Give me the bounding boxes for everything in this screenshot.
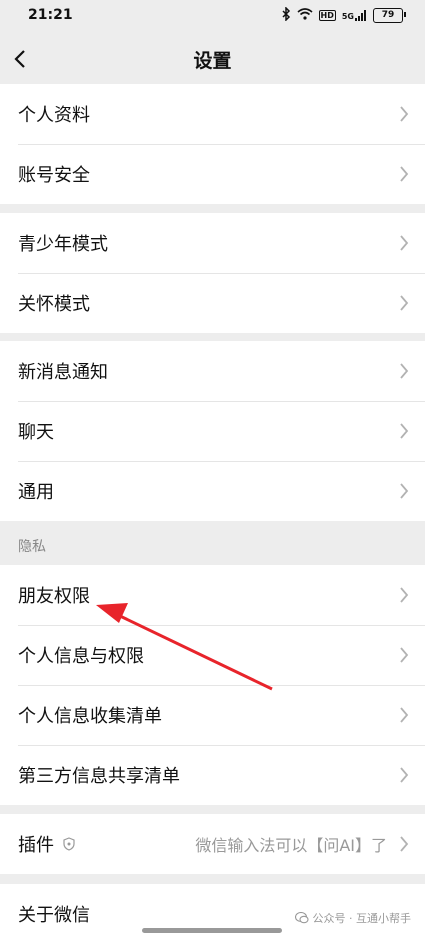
settings-item-general[interactable]: 通用 — [0, 461, 425, 521]
chevron-right-icon — [400, 647, 409, 663]
settings-item-label: 朋友权限 — [18, 586, 90, 607]
status-bar: 21:21 HD 5G 79 — [0, 0, 425, 30]
settings-item-friend-permissions[interactable]: 朋友权限 — [0, 565, 425, 625]
bluetooth-icon — [281, 5, 291, 24]
settings-item-label: 关于微信 — [18, 905, 90, 926]
settings-item-label: 个人资料 — [18, 105, 90, 126]
settings-item-account-security[interactable]: 账号安全 — [0, 144, 425, 204]
page-title: 设置 — [193, 49, 232, 72]
watermark: 公众号 · 互通小帮手 — [294, 910, 412, 926]
settings-item-notifications[interactable]: 新消息通知 — [0, 341, 425, 401]
settings-item-label: 个人信息与权限 — [18, 646, 144, 667]
chevron-right-icon — [400, 707, 409, 723]
hd-badge: HD — [318, 9, 336, 21]
wechat-official-account-icon — [294, 912, 309, 924]
plugin-promo-text: 微信输入法可以【问AI】了 — [195, 836, 387, 855]
chevron-right-icon — [400, 836, 409, 852]
settings-item-label: 插件 — [18, 835, 54, 856]
settings-item-label: 第三方信息共享清单 — [18, 766, 180, 787]
signal-label: 5G — [341, 11, 354, 21]
settings-item-label: 个人信息收集清单 — [18, 706, 162, 727]
settings-item-teen-mode[interactable]: 青少年模式 — [0, 213, 425, 273]
section-label-privacy: 隐私 — [18, 539, 46, 555]
settings-item-info-collection-list[interactable]: 个人信息收集清单 — [0, 685, 425, 745]
settings-group-modes: 青少年模式 关怀模式 — [0, 213, 425, 333]
settings-item-profile[interactable]: 个人资料 — [0, 84, 425, 144]
status-time: 21:21 — [28, 7, 73, 23]
chevron-right-icon — [400, 587, 409, 603]
chevron-right-icon — [400, 166, 409, 182]
settings-item-label: 新消息通知 — [18, 362, 108, 383]
watermark-text: 公众号 · 互通小帮手 — [312, 912, 412, 925]
signal-icon: 5G — [341, 9, 367, 21]
settings-item-chat[interactable]: 聊天 — [0, 401, 425, 461]
chevron-right-icon — [400, 423, 409, 439]
settings-item-label: 关怀模式 — [18, 294, 90, 315]
chevron-right-icon — [400, 363, 409, 379]
settings-group-plugins: 插件 微信输入法可以【问AI】了 — [0, 814, 425, 874]
chevron-right-icon — [400, 295, 409, 311]
settings-item-label: 账号安全 — [18, 165, 90, 186]
chevron-right-icon — [400, 767, 409, 783]
nav-bar: 设置 — [0, 30, 425, 88]
settings-item-label: 青少年模式 — [18, 234, 108, 255]
settings-item-label: 通用 — [18, 482, 54, 503]
home-indicator[interactable] — [142, 928, 282, 933]
settings-item-plugins[interactable]: 插件 微信输入法可以【问AI】了 — [0, 814, 425, 874]
chevron-right-icon — [400, 235, 409, 251]
chevron-right-icon — [400, 106, 409, 122]
settings-item-label: 聊天 — [18, 422, 54, 443]
settings-item-personal-info-permissions[interactable]: 个人信息与权限 — [0, 625, 425, 685]
settings-item-care-mode[interactable]: 关怀模式 — [0, 273, 425, 333]
settings-group-privacy: 朋友权限 个人信息与权限 个人信息收集清单 第三方信息共享清单 — [0, 565, 425, 805]
battery-icon: 79 — [373, 7, 406, 23]
settings-item-third-party-sharing-list[interactable]: 第三方信息共享清单 — [0, 745, 425, 805]
chevron-right-icon — [400, 483, 409, 499]
shield-icon — [63, 837, 75, 851]
chevron-left-icon — [14, 50, 25, 68]
settings-group-account: 个人资料 账号安全 — [0, 84, 425, 204]
settings-group-general: 新消息通知 聊天 通用 — [0, 341, 425, 521]
back-button[interactable] — [12, 44, 40, 74]
status-icons: HD 5G 79 — [281, 5, 406, 24]
wifi-icon — [296, 7, 313, 23]
